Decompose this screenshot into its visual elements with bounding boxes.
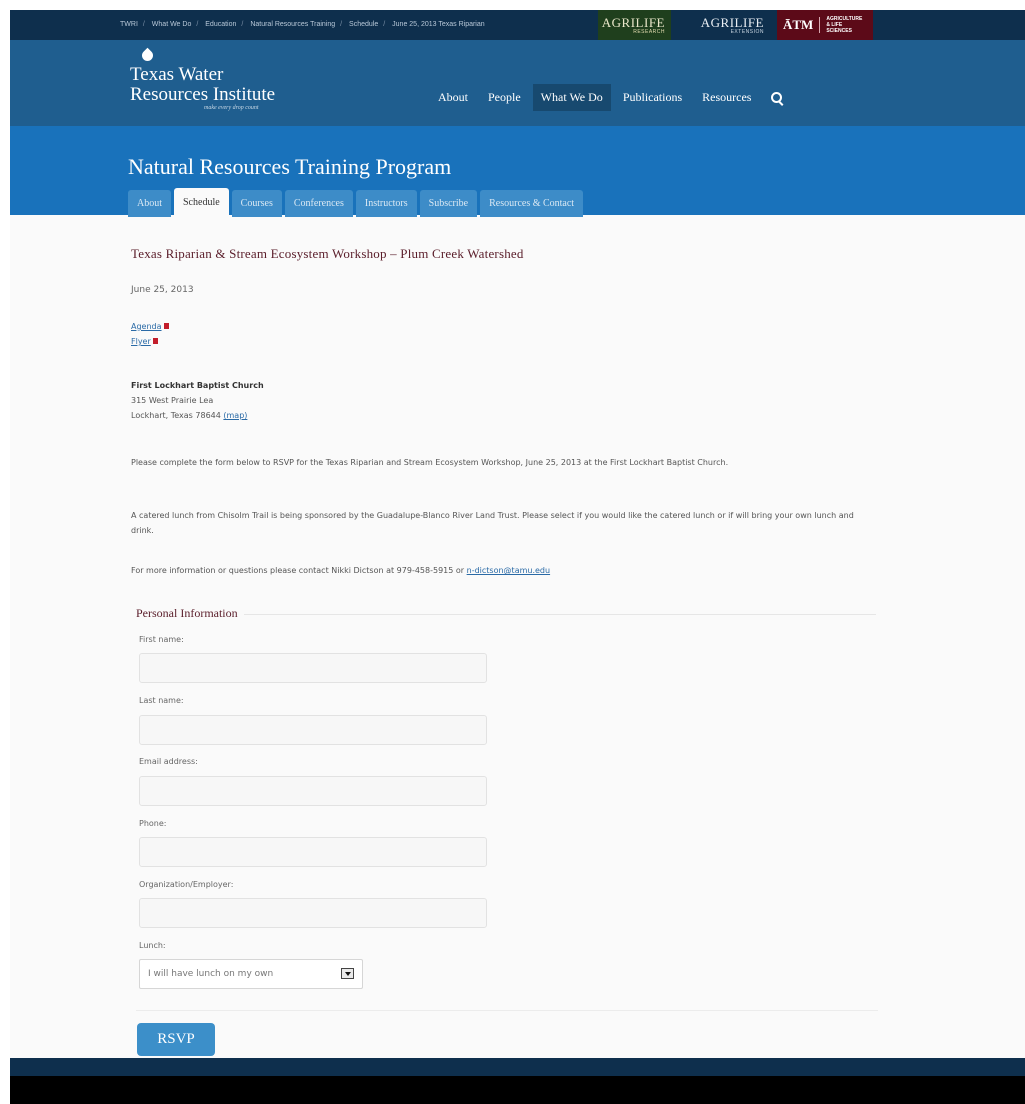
program-tabs: About Schedule Courses Conferences Instr…: [128, 188, 586, 217]
tab-subscribe[interactable]: Subscribe: [419, 190, 478, 217]
agrilife-extension-logo-sub: EXTENSION: [730, 28, 764, 35]
breadcrumb-item[interactable]: Education: [205, 21, 236, 28]
site-name-line2: Resources Institute: [130, 84, 276, 105]
search-icon[interactable]: [771, 92, 783, 103]
site-tagline: make every drop count: [204, 105, 259, 111]
organization-field[interactable]: [139, 898, 487, 928]
tab-courses[interactable]: Courses: [231, 190, 282, 217]
email-label: Email address:: [139, 757, 198, 766]
site-name-line1: Texas Water: [130, 64, 224, 85]
breadcrumb-item[interactable]: Natural Resources Training: [250, 21, 335, 28]
contact-paragraph: For more information or questions please…: [131, 563, 871, 578]
rsvp-intro-paragraph: Please complete the form below to RSVP f…: [131, 458, 729, 467]
venue-name: First Lockhart Baptist Church: [131, 381, 264, 390]
nav-item-what-we-do[interactable]: What We Do: [532, 84, 611, 111]
nav-item-publications[interactable]: Publications: [615, 84, 690, 111]
lunch-select[interactable]: I will have lunch on my own: [139, 959, 363, 989]
breadcrumb-item[interactable]: Schedule: [349, 21, 378, 28]
event-date: June 25, 2013: [131, 285, 194, 295]
site-footer: [10, 1058, 1025, 1076]
phone-field[interactable]: [139, 837, 487, 867]
venue-city: Lockhart, Texas 78644: [131, 411, 221, 420]
rsvp-submit-button[interactable]: RSVP: [137, 1023, 215, 1056]
water-drop-icon: [140, 46, 154, 64]
nav-item-resources[interactable]: Resources: [694, 84, 759, 111]
tab-instructors[interactable]: Instructors: [355, 190, 417, 217]
contact-text: For more information or questions please…: [131, 566, 467, 575]
pdf-icon: [152, 338, 158, 344]
tab-schedule[interactable]: Schedule: [174, 188, 229, 217]
tamu-agriculture-logo[interactable]: ĀTM AGRICULTURE & LIFE SCIENCES: [777, 10, 873, 40]
site-header: Texas Water Resources Institute make eve…: [10, 40, 1025, 126]
contact-email-link[interactable]: n-dictson@tamu.edu: [467, 566, 550, 575]
agrilife-research-logo-sub: RESEARCH: [633, 28, 665, 35]
agrilife-extension-logo[interactable]: AGRILIFE EXTENSION: [700, 10, 770, 40]
organization-label: Organization/Employer:: [139, 880, 234, 889]
last-name-label: Last name:: [139, 696, 184, 705]
event-title: Texas Riparian & Stream Ecosystem Worksh…: [131, 246, 524, 261]
lunch-info-paragraph: A catered lunch from Chisolm Trail is be…: [131, 511, 854, 535]
page-title: Natural Resources Training Program: [128, 154, 452, 179]
agenda-link[interactable]: Agenda: [131, 322, 162, 331]
nav-item-people[interactable]: People: [480, 84, 529, 111]
site-logo[interactable]: Texas Water Resources Institute make eve…: [130, 46, 275, 111]
breadcrumb: TWRI / What We Do / Education / Natural Res…: [120, 21, 485, 28]
venue-city-line: Lockhart, Texas 78644 (map): [131, 408, 264, 423]
first-name-label: First name:: [139, 635, 184, 644]
flyer-link[interactable]: Flyer: [131, 337, 151, 346]
tamu-logo-text: AGRICULTURE & LIFE SCIENCES: [820, 16, 867, 34]
nav-item-about[interactable]: About: [430, 84, 476, 111]
bottom-black-bar: [10, 1076, 1025, 1104]
tab-about[interactable]: About: [128, 190, 171, 217]
chevron-down-icon[interactable]: [341, 968, 354, 979]
phone-label: Phone:: [139, 819, 167, 828]
lunch-label: Lunch:: [139, 941, 166, 950]
first-name-field[interactable]: [139, 653, 487, 683]
main-nav: About People What We Do Publications Res…: [430, 84, 783, 111]
form-divider: [136, 1010, 878, 1011]
email-field[interactable]: [139, 776, 487, 806]
page-frame: TWRI / What We Do / Education / Natural Res…: [10, 10, 1025, 1104]
pdf-icon: [163, 323, 169, 329]
lunch-selected-value: I will have lunch on my own: [148, 969, 274, 979]
venue-street: 315 West Prairie Lea: [131, 396, 214, 405]
agrilife-research-logo[interactable]: AGRILIFE RESEARCH: [598, 10, 671, 40]
program-banner: Natural Resources Training Program About…: [10, 126, 1025, 217]
agrilife-research-logo-main: AGRILIFE: [601, 14, 665, 30]
tab-conferences[interactable]: Conferences: [284, 190, 353, 217]
last-name-field[interactable]: [139, 715, 487, 745]
tamu-logo-line2: & LIFE SCIENCES: [826, 22, 852, 34]
fieldset-legend: Personal Information: [136, 606, 244, 621]
flyer-row: Flyer: [131, 337, 158, 346]
tab-resources-contact[interactable]: Resources & Contact: [480, 190, 584, 217]
breadcrumb-item[interactable]: What We Do: [152, 21, 192, 28]
breadcrumb-current: June 25, 2013 Texas Riparian: [392, 21, 485, 28]
breadcrumb-item[interactable]: TWRI: [120, 21, 138, 28]
venue-address: First Lockhart Baptist Church 315 West P…: [131, 378, 264, 423]
top-utility-bar: TWRI / What We Do / Education / Natural Res…: [10, 10, 1025, 40]
tamu-mark: ĀTM: [783, 17, 821, 33]
map-link[interactable]: (map): [223, 411, 247, 420]
fieldset-divider: [136, 614, 876, 615]
agrilife-extension-logo-main: AGRILIFE: [700, 14, 764, 30]
agenda-row: Agenda: [131, 322, 169, 331]
